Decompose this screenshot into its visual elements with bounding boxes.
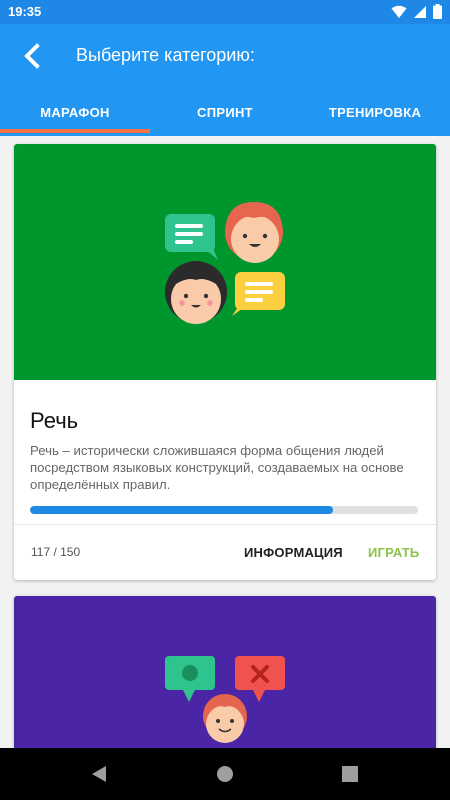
back-button[interactable] [14, 40, 50, 72]
play-button[interactable]: ИГРАТЬ [368, 545, 419, 560]
card-hero-image [14, 596, 436, 756]
battery-icon [433, 4, 442, 24]
quiz-illustration [165, 656, 285, 743]
man-face-icon [203, 694, 247, 743]
chat-bubble-green-icon [165, 214, 218, 260]
card-body: Речь Речь – исторически сложившаяся форм… [14, 408, 436, 514]
card-description: Речь – исторически сложившаяся форма общ… [30, 443, 404, 492]
status-time: 19:35 [8, 4, 42, 19]
status-icons [391, 4, 442, 24]
status-bar: 19:35 [0, 0, 450, 24]
page-title: Выберите категорию: [76, 45, 255, 65]
tab-indicator [0, 129, 150, 133]
wrong-card-icon [235, 656, 285, 702]
back-triangle-icon [92, 766, 106, 782]
card-title: Речь [30, 408, 79, 433]
category-card[interactable] [14, 596, 436, 756]
category-card[interactable]: Речь Речь – исторически сложившаяся форм… [14, 144, 436, 580]
tab-sprint[interactable]: СПРИНТ [150, 88, 300, 136]
nav-home-button[interactable] [213, 762, 237, 786]
info-button[interactable]: ИНФОРМАЦИЯ [244, 545, 343, 560]
wifi-icon [391, 5, 407, 24]
back-arrow-icon [24, 43, 40, 69]
home-circle-icon [217, 766, 233, 782]
boy-face-icon [225, 202, 283, 263]
progress-fill [30, 506, 333, 514]
signal-icon [413, 5, 427, 24]
correct-card-icon [165, 656, 215, 702]
tab-training[interactable]: ТРЕНИРОВКА [300, 88, 450, 136]
girl-face-icon [165, 261, 227, 324]
chat-bubble-yellow-icon [232, 272, 285, 316]
nav-recents-button[interactable] [338, 762, 362, 786]
app-bar: Выберите категорию: МАРАФОН СПРИНТ ТРЕНИ… [0, 24, 450, 136]
progress-bar [30, 506, 418, 514]
card-hero-image [14, 144, 436, 380]
recents-square-icon [342, 766, 358, 782]
progress-counter: 117 / 150 [31, 545, 81, 559]
nav-back-button[interactable] [87, 762, 111, 786]
card-footer: 117 / 150 ИНФОРМАЦИЯ ИГРАТЬ [14, 525, 436, 580]
speech-illustration [165, 202, 285, 324]
system-nav-bar [0, 748, 450, 800]
